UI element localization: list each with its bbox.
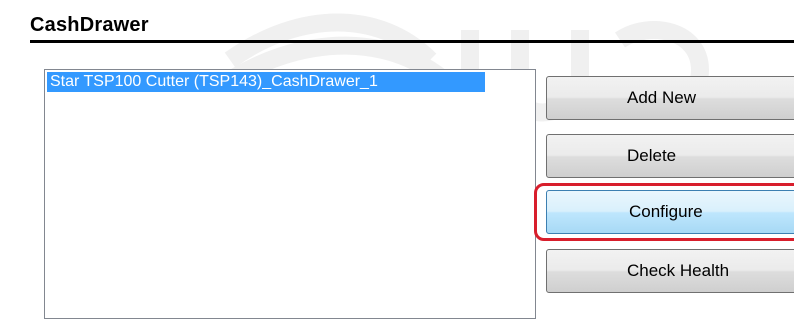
configure-button[interactable]: Configure [546,190,794,234]
section-title: CashDrawer [30,14,149,36]
add-new-button[interactable]: Add New [546,76,794,120]
check-health-button[interactable]: Check Health [546,249,794,293]
list-item-selected[interactable]: Star TSP100 Cutter (TSP143)_CashDrawer_1 [47,72,485,92]
device-list[interactable]: Star TSP100 Cutter (TSP143)_CashDrawer_1 [44,69,536,319]
title-divider [30,40,794,43]
delete-button[interactable]: Delete [546,134,794,178]
